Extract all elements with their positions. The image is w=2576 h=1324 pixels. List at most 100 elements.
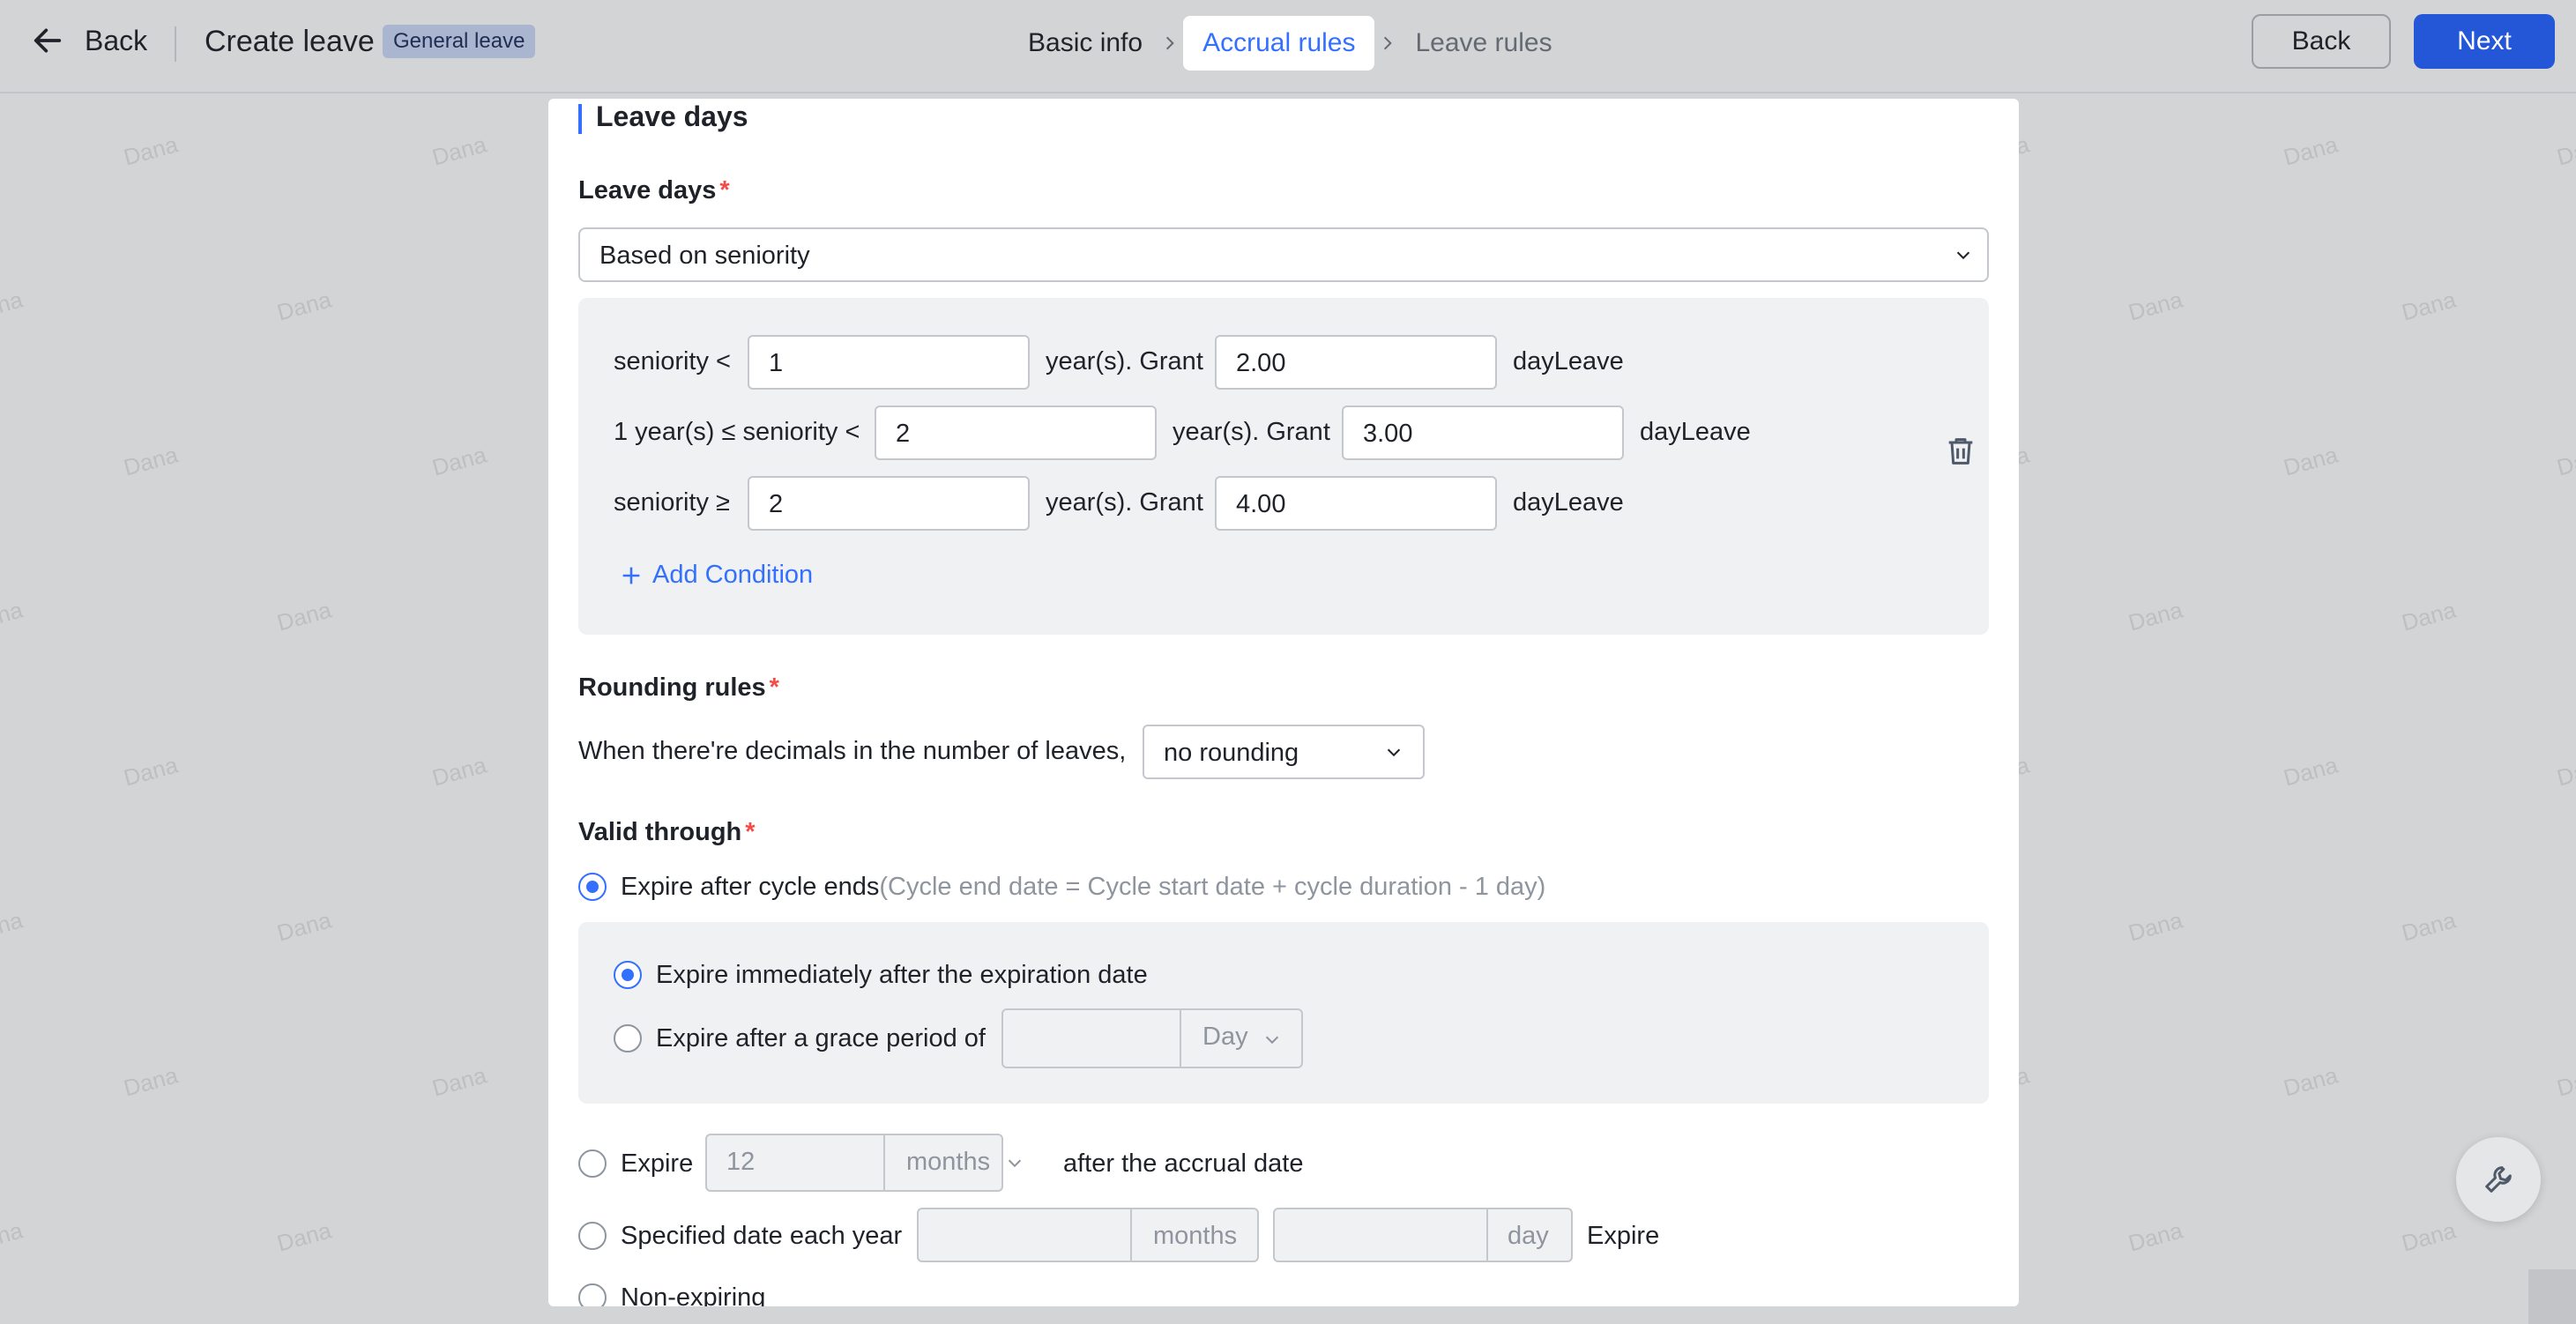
chevron-down-icon — [1265, 1036, 1279, 1045]
radio-specified-date[interactable] — [578, 1222, 607, 1250]
cycle-suboptions: Expire immediately after the expiration … — [578, 922, 1989, 1104]
watermark-text: Dana — [2554, 751, 2576, 792]
add-condition-label: Add Condition — [652, 561, 814, 589]
radio-non-expiring[interactable] — [578, 1283, 607, 1306]
radio-expire-months[interactable] — [578, 1149, 607, 1178]
watermark-text: Dana — [121, 1061, 181, 1102]
radio-expire-immediately[interactable] — [614, 961, 642, 989]
chevron-right-icon — [1374, 34, 1401, 52]
top-header: Back Create leave General leave Basic in… — [0, 0, 2576, 93]
grace-unit-value: Day — [1202, 1023, 1248, 1051]
wrench-icon — [2485, 1166, 2512, 1193]
condition-days-input[interactable]: 4.00 — [1215, 476, 1497, 531]
watermark-text: Dana — [2554, 1061, 2576, 1102]
condition-prefix: 1 year(s) ≤ seniority < — [614, 418, 860, 446]
specified-day-field[interactable] — [1275, 1209, 1486, 1261]
rounding-select[interactable]: no rounding — [1143, 725, 1425, 779]
specified-day-unit: day — [1486, 1209, 1571, 1261]
specified-month-field[interactable] — [919, 1209, 1130, 1261]
plus-icon — [622, 567, 640, 584]
watermark-text: Dana — [2126, 286, 2185, 326]
grace-period-input[interactable]: Day — [1001, 1008, 1303, 1068]
corner-decoration — [2528, 1269, 2576, 1324]
next-button[interactable]: Next — [2414, 14, 2555, 69]
leave-type-badge: General leave — [383, 25, 536, 58]
form-panel: Leave days Leave days * Based on seniorit… — [548, 99, 2019, 1306]
condition-mid: year(s). Grant — [1046, 488, 1203, 517]
condition-years-input[interactable]: 2 — [875, 405, 1157, 460]
step-accrual-rules[interactable]: Accrual rules — [1183, 16, 1375, 71]
specified-expire-label: Expire — [1587, 1222, 1660, 1250]
radio-grace-period[interactable] — [614, 1024, 642, 1053]
watermark-text: Dana — [274, 906, 334, 947]
chevron-right-icon — [1157, 34, 1183, 52]
step-basic-info[interactable]: Basic info — [1014, 16, 1157, 71]
expire-unit-select[interactable]: months — [883, 1135, 1022, 1190]
back-button[interactable]: Back — [2252, 14, 2391, 69]
grace-value-field[interactable] — [1003, 1010, 1180, 1067]
add-condition-button[interactable]: Add Condition — [619, 561, 813, 590]
specified-month-unit: months — [1130, 1209, 1257, 1261]
header-divider — [175, 26, 176, 62]
watermark-text: Dana — [274, 286, 334, 326]
step-navigator: Basic info Accrual rules Leave rules — [1014, 16, 1567, 71]
non-expiring-label: Non-expiring — [621, 1283, 766, 1306]
watermark-text: Dana — [2399, 596, 2459, 636]
header-back-link[interactable]: Back — [30, 23, 147, 58]
step-leave-rules[interactable]: Leave rules — [1401, 16, 1566, 71]
leave-days-label-text: Leave days — [578, 176, 717, 205]
condition-years-value: 1 — [769, 349, 784, 377]
chevron-down-icon — [1008, 1159, 1022, 1168]
watermark-text: Dana — [429, 1061, 489, 1102]
seniority-conditions: seniority < 1 year(s). Grant 2.00 dayLea… — [578, 298, 1989, 635]
condition-suffix: dayLeave — [1513, 347, 1624, 376]
condition-prefix: seniority < — [614, 347, 731, 376]
condition-years-input[interactable]: 2 — [748, 476, 1030, 531]
condition-days-value: 3.00 — [1363, 420, 1413, 448]
condition-days-input[interactable]: 3.00 — [1342, 405, 1624, 460]
condition-suffix: dayLeave — [1640, 418, 1751, 446]
trash-icon[interactable] — [1943, 434, 1978, 469]
condition-suffix: dayLeave — [1513, 488, 1624, 517]
watermark-text: Dana — [274, 596, 334, 636]
specified-month-input[interactable]: months — [917, 1208, 1259, 1262]
rounding-select-value: no rounding — [1164, 739, 1299, 767]
specified-day-unit-label: day — [1508, 1222, 1549, 1250]
cycle-note: (Cycle end date = Cycle start date + cyc… — [879, 873, 1546, 901]
expire-option-label: Expire — [621, 1149, 694, 1178]
watermark-text: Dana — [429, 751, 489, 792]
leave-days-label: Leave days * — [578, 176, 730, 205]
watermark-text: Dana — [0, 906, 26, 947]
watermark-text: Dana — [2399, 286, 2459, 326]
expire-unit-value: months — [906, 1148, 991, 1176]
valid-through-label: Valid through * — [578, 818, 756, 847]
expire-value-field[interactable]: 12 — [707, 1135, 883, 1190]
expire-after-label: after the accrual date — [1063, 1149, 1304, 1178]
watermark-text: Dana — [2281, 751, 2341, 792]
chevron-down-icon — [1387, 748, 1401, 757]
leave-days-select-value: Based on seniority — [599, 242, 810, 270]
condition-days-input[interactable]: 2.00 — [1215, 335, 1497, 390]
watermark-text: Dana — [274, 1216, 334, 1257]
specified-day-input[interactable]: day — [1273, 1208, 1573, 1262]
condition-years-value: 2 — [896, 420, 911, 448]
watermark-text: Dana — [121, 441, 181, 481]
watermark-text: Dana — [2554, 130, 2576, 171]
radio-expire-after-cycle[interactable] — [578, 873, 607, 901]
watermark-text: Dana — [2399, 1216, 2459, 1257]
condition-mid: year(s). Grant — [1046, 347, 1203, 376]
watermark-text: Dana — [2399, 906, 2459, 947]
grace-period-label: Expire after a grace period of — [656, 1024, 986, 1053]
watermark-text: Dana — [429, 441, 489, 481]
chevron-down-icon — [1956, 251, 1970, 260]
grace-unit-select[interactable]: Day — [1180, 1010, 1301, 1067]
watermark-text: Dana — [0, 596, 26, 636]
condition-years-input[interactable]: 1 — [748, 335, 1030, 390]
floating-tools-button[interactable] — [2456, 1137, 2541, 1222]
watermark-text: Dana — [2554, 441, 2576, 481]
leave-days-select[interactable]: Based on seniority — [578, 227, 1989, 282]
expire-duration-input[interactable]: 12 months — [705, 1134, 1022, 1192]
watermark-text: Dana — [2126, 906, 2185, 947]
page-title: Create leave — [205, 25, 375, 58]
section-title: Leave days — [596, 100, 748, 132]
